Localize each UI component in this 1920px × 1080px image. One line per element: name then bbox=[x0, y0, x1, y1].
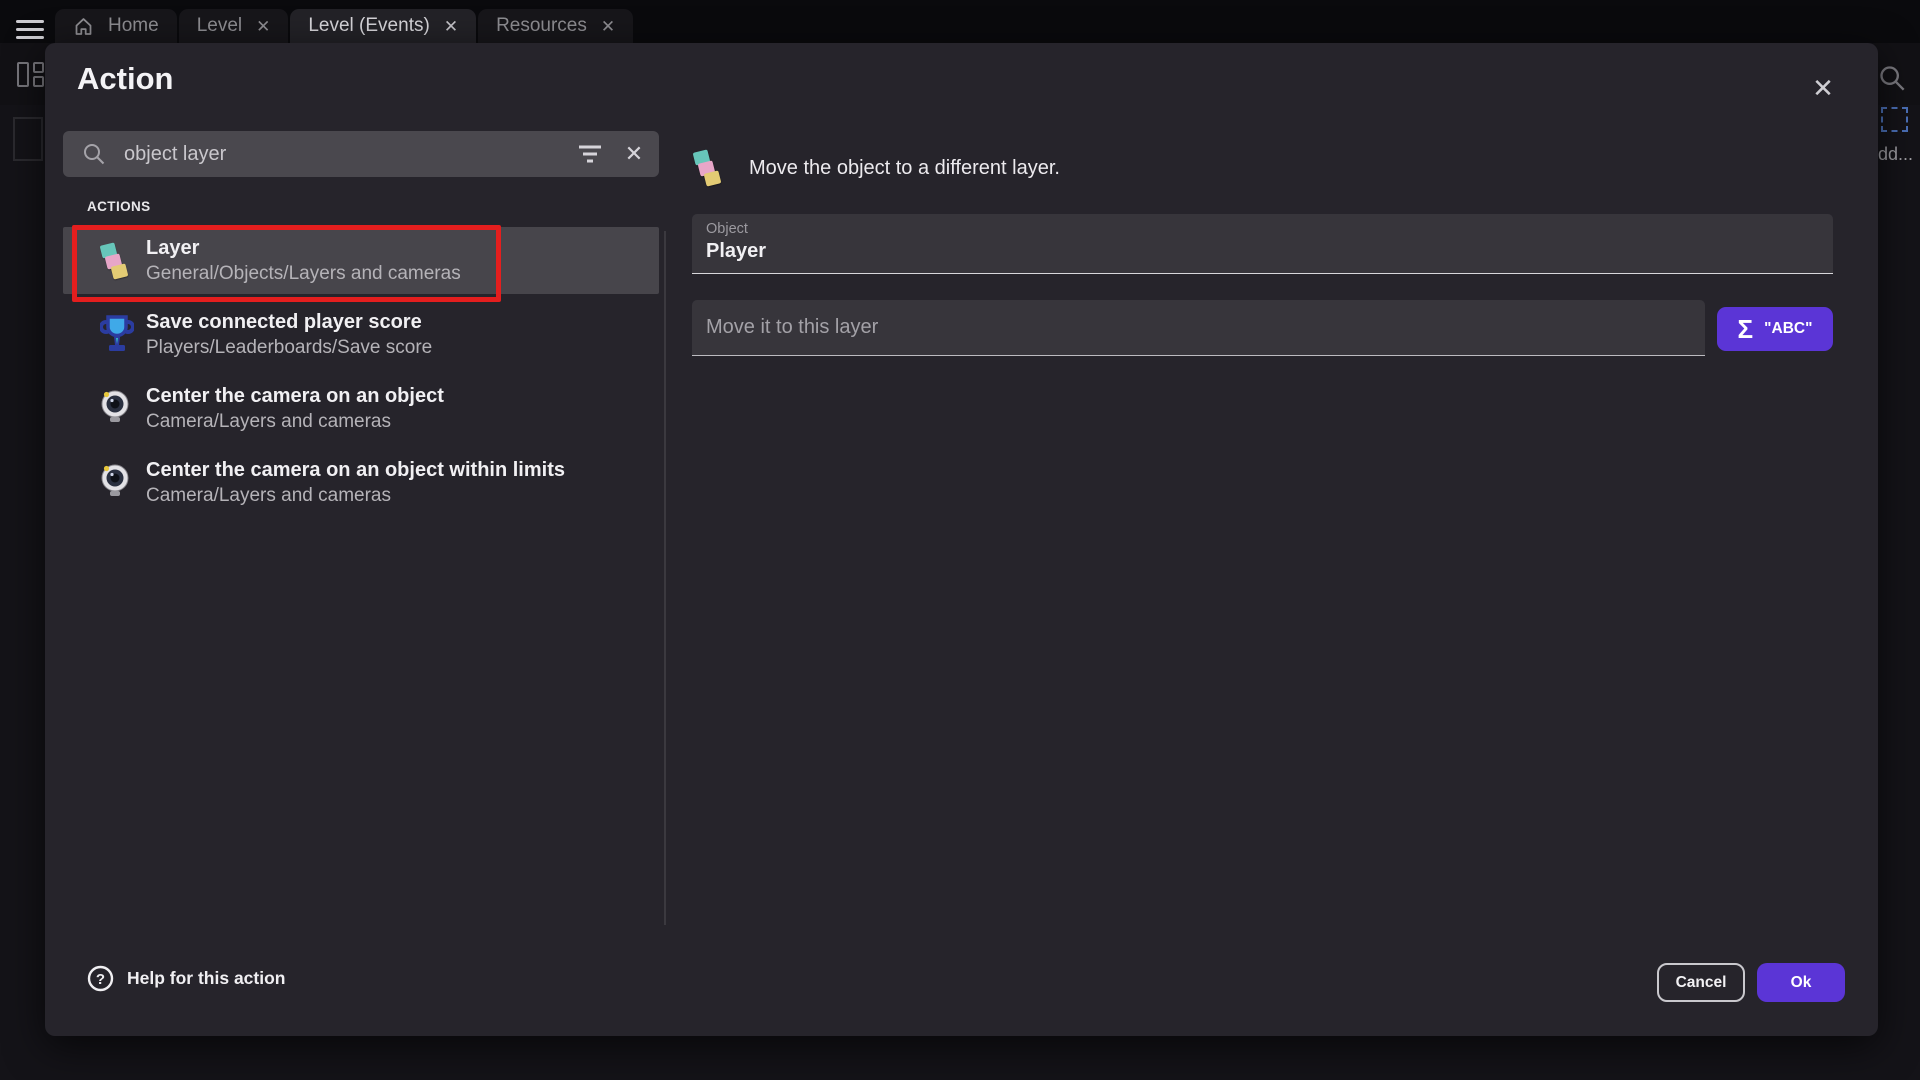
object-field[interactable]: Object Player bbox=[692, 214, 1833, 274]
background-add-text: dd... bbox=[1878, 144, 1913, 165]
tab-close-icon[interactable]: ✕ bbox=[444, 18, 458, 35]
camera-icon bbox=[100, 388, 134, 428]
action-item-texts: Center the camera on an objectCamera/Lay… bbox=[146, 383, 444, 434]
action-item-texts: Center the camera on an object within li… bbox=[146, 457, 565, 508]
filter-icon[interactable] bbox=[577, 143, 603, 165]
action-item-subtitle: General/Objects/Layers and cameras bbox=[146, 261, 461, 286]
actions-list: LayerGeneral/Objects/Layers and cameras S… bbox=[63, 231, 659, 527]
object-field-label: Object bbox=[706, 221, 1819, 237]
tab-list: Home Level ✕ Level (Events) ✕ Resources ✕ bbox=[55, 9, 635, 43]
layer-icon bbox=[693, 150, 723, 186]
layer-icon bbox=[100, 241, 134, 281]
action-item-title: Save connected player score bbox=[146, 309, 432, 335]
layer-field bbox=[692, 300, 1705, 356]
svg-text:?: ? bbox=[96, 971, 105, 988]
tab-close-icon[interactable]: ✕ bbox=[601, 18, 615, 35]
hamburger-menu-icon[interactable] bbox=[16, 20, 44, 39]
tab-label: Home bbox=[108, 15, 159, 37]
action-item-center-the-camera-on-an-object-within-limits[interactable]: Center the camera on an object within li… bbox=[63, 453, 659, 511]
search-input[interactable] bbox=[124, 143, 577, 166]
sigma-icon: Σ bbox=[1738, 316, 1754, 342]
home-icon bbox=[73, 16, 94, 37]
action-item-title: Layer bbox=[146, 235, 461, 261]
action-description-row: Move the object to a different layer. bbox=[693, 150, 1060, 186]
tab-level-events[interactable]: Level (Events) ✕ bbox=[290, 9, 476, 43]
action-item-save-connected-player-score[interactable]: Save connected player scorePlayers/Leade… bbox=[63, 305, 659, 363]
action-description: Move the object to a different layer. bbox=[749, 157, 1060, 180]
action-dialog: Action ✕ ✕ ACTIONS LayerGeneral/Objects/… bbox=[45, 43, 1878, 1036]
action-item-subtitle: Players/Leaderboards/Save score bbox=[146, 335, 432, 360]
expression-editor-button[interactable]: Σ "ABC" bbox=[1717, 307, 1833, 351]
actions-section-header: ACTIONS bbox=[87, 199, 151, 214]
action-item-title: Center the camera on an object within li… bbox=[146, 457, 565, 483]
background-object-frame bbox=[13, 117, 43, 161]
object-field-value: Player bbox=[706, 240, 1819, 263]
action-item-center-the-camera-on-an-object[interactable]: Center the camera on an objectCamera/Lay… bbox=[63, 379, 659, 437]
panels-icon[interactable] bbox=[17, 62, 45, 87]
tab-label: Level bbox=[197, 15, 242, 37]
action-search-bar: ✕ bbox=[63, 131, 659, 177]
expression-button-label: "ABC" bbox=[1764, 320, 1812, 338]
tab-home[interactable]: Home bbox=[55, 9, 177, 43]
clear-search-icon[interactable]: ✕ bbox=[623, 143, 645, 165]
search-icon bbox=[82, 142, 106, 166]
tab-close-icon[interactable]: ✕ bbox=[256, 18, 270, 35]
action-item-subtitle: Camera/Layers and cameras bbox=[146, 409, 444, 434]
tab-level[interactable]: Level ✕ bbox=[179, 9, 289, 43]
question-icon: ? bbox=[87, 965, 114, 992]
cancel-button[interactable]: Cancel bbox=[1657, 963, 1745, 1002]
selection-dashed-box bbox=[1881, 107, 1908, 132]
action-item-subtitle: Camera/Layers and cameras bbox=[146, 483, 565, 508]
tab-label: Resources bbox=[496, 15, 587, 37]
help-label: Help for this action bbox=[127, 968, 285, 989]
camera-icon bbox=[100, 462, 134, 502]
action-item-texts: LayerGeneral/Objects/Layers and cameras bbox=[146, 235, 461, 286]
layer-input[interactable] bbox=[692, 316, 1705, 339]
ok-button[interactable]: Ok bbox=[1757, 963, 1845, 1002]
action-item-layer[interactable]: LayerGeneral/Objects/Layers and cameras bbox=[63, 227, 659, 294]
dialog-title: Action bbox=[77, 61, 173, 97]
help-link[interactable]: ? Help for this action bbox=[87, 965, 285, 992]
tab-bar: Home Level ✕ Level (Events) ✕ Resources ✕ bbox=[0, 0, 1920, 43]
trophy-icon bbox=[100, 314, 134, 354]
tab-label: Level (Events) bbox=[308, 15, 429, 37]
action-item-texts: Save connected player scorePlayers/Leade… bbox=[146, 309, 432, 360]
search-icon[interactable] bbox=[1878, 64, 1906, 92]
tab-resources[interactable]: Resources ✕ bbox=[478, 9, 633, 43]
action-item-title: Center the camera on an object bbox=[146, 383, 444, 409]
panel-divider bbox=[664, 231, 666, 925]
close-icon[interactable]: ✕ bbox=[1810, 75, 1836, 101]
